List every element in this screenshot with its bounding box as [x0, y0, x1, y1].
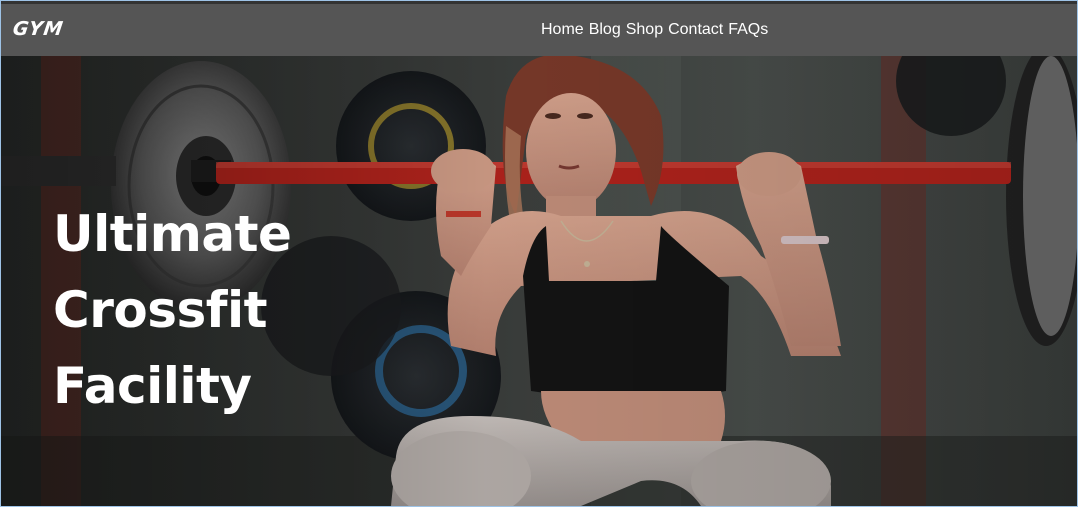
page-frame: GYM Home Blog Shop Contact FAQs Ultimate… [0, 0, 1078, 507]
nav-link-blog[interactable]: Blog [589, 21, 621, 39]
nav-link-shop[interactable]: Shop [626, 21, 663, 39]
hero-heading-line-1: Ultimate [53, 205, 292, 263]
hero-heading: Ultimate Crossfit Facility [53, 196, 292, 424]
nav-menu: Home Blog Shop Contact FAQs [541, 21, 768, 39]
gym-logo[interactable]: GYM [11, 18, 65, 40]
hero-heading-line-3: Facility [53, 357, 252, 415]
hero-section: Ultimate Crossfit Facility [1, 56, 1077, 506]
nav-link-contact[interactable]: Contact [668, 21, 723, 39]
top-navbar: GYM Home Blog Shop Contact FAQs [1, 1, 1077, 56]
hero-heading-line-2: Crossfit [53, 281, 268, 339]
nav-link-home[interactable]: Home [541, 21, 584, 39]
nav-link-faqs[interactable]: FAQs [728, 21, 768, 39]
